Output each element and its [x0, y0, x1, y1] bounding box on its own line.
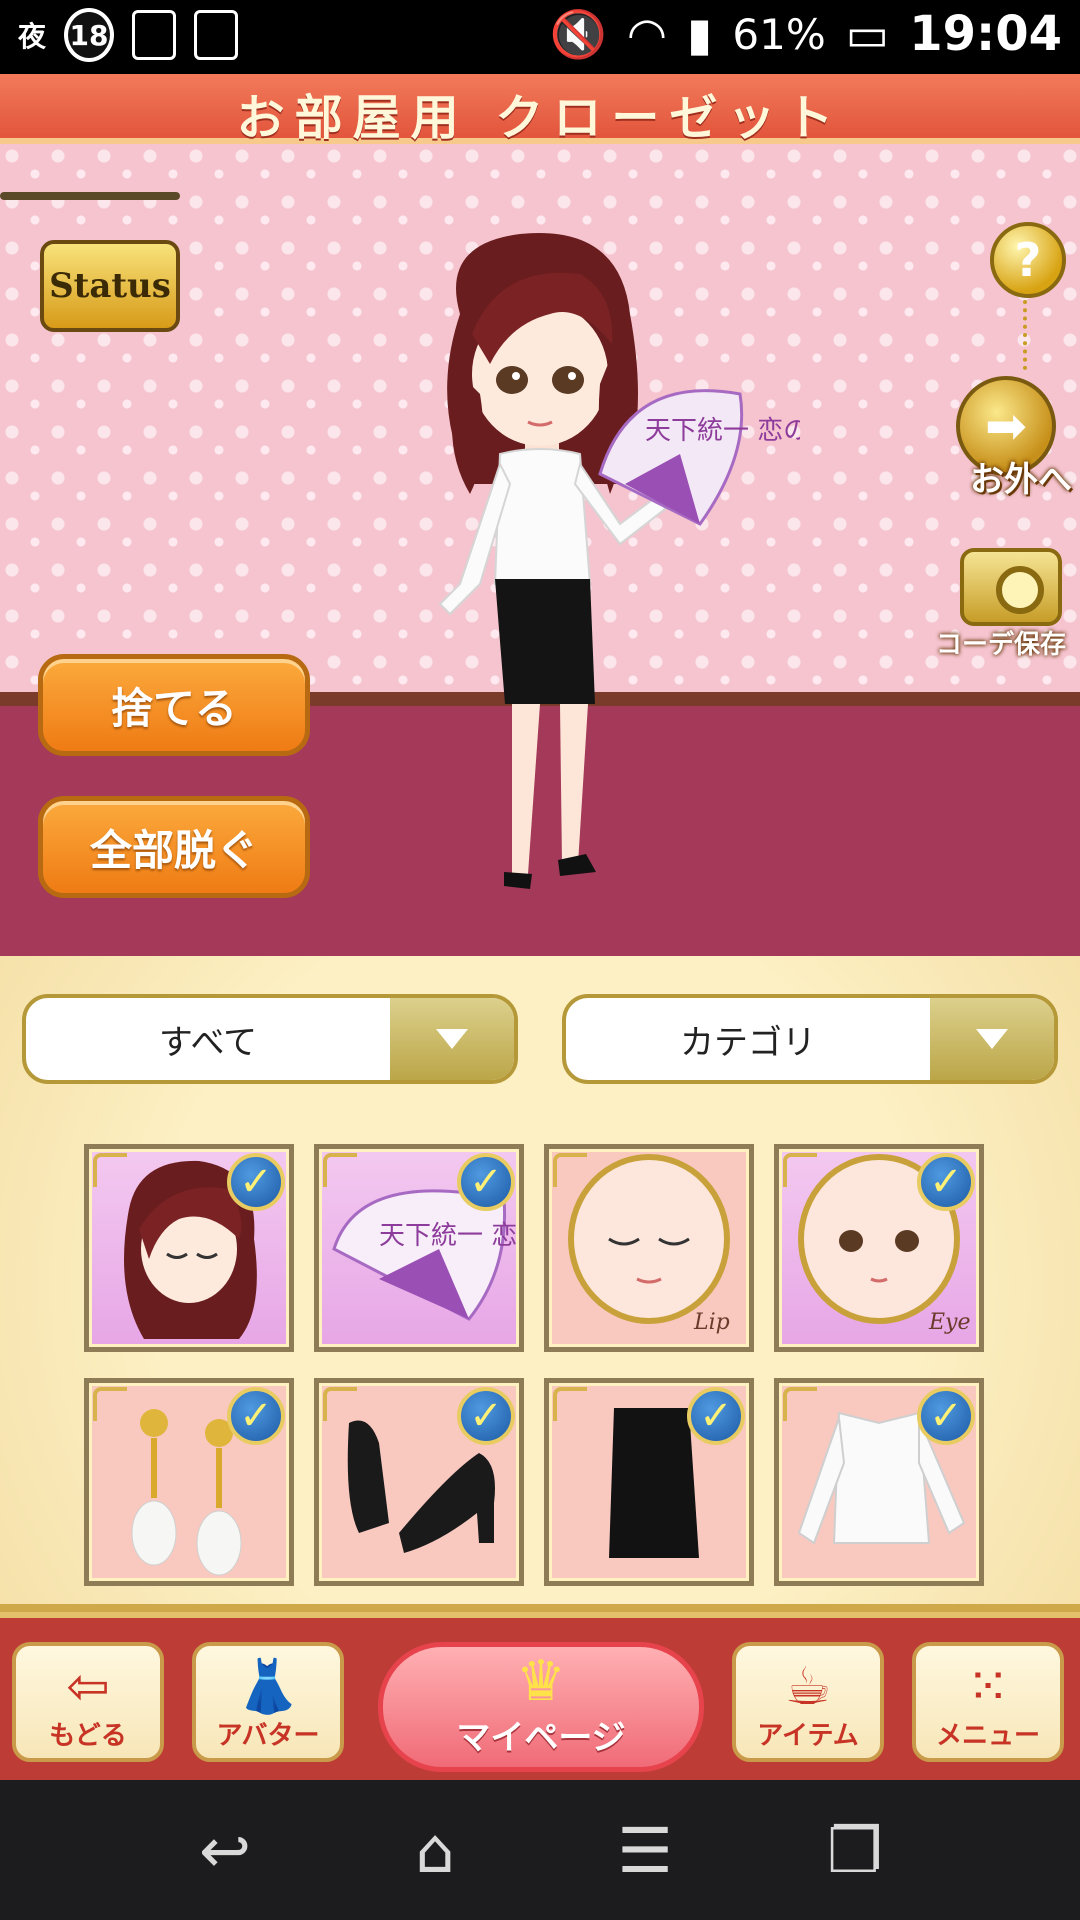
chevron-down-icon: [976, 1029, 1008, 1049]
fan-logo-text: 天下統一 恋の乱: [645, 416, 800, 446]
status-sign-button[interactable]: Status: [0, 180, 190, 332]
rotate-icon: [194, 10, 239, 60]
category-dropdown[interactable]: カテゴリ: [562, 994, 1058, 1084]
dress-icon: 👗: [235, 1657, 301, 1717]
save-coordinate-label: コーデ保存: [935, 630, 1066, 660]
system-recent-apps-icon[interactable]: ❐: [810, 1814, 900, 1887]
status-sign-label: Status: [40, 240, 180, 332]
equipped-check-icon: ✓: [687, 1387, 745, 1445]
corner-ornament: [783, 1153, 817, 1187]
arrow-left-icon: ⇦: [66, 1657, 110, 1717]
equipped-check-icon: ✓: [457, 1387, 515, 1445]
item-button[interactable]: ☕ アイテム: [732, 1642, 884, 1762]
avatar-button[interactable]: 👗 アバター: [192, 1642, 344, 1762]
corner-ornament: [783, 1387, 817, 1421]
equipped-check-icon: ✓: [227, 1153, 285, 1211]
closet-item-earrings[interactable]: ✓: [84, 1378, 294, 1586]
wifi-icon: ◠: [626, 7, 668, 61]
sync-icon: [132, 10, 177, 60]
system-home-icon[interactable]: ⌂: [390, 1814, 480, 1887]
closet-item-blouse[interactable]: ✓: [774, 1378, 984, 1586]
system-back-icon[interactable]: ↩: [180, 1814, 270, 1887]
battery-level: 61%: [732, 9, 826, 59]
discard-button[interactable]: 捨てる: [38, 654, 310, 756]
room-view: Status ? ➡ お外へ コーデ保存 捨てる 全部脱ぐ 天下統一 恋の: [0, 144, 1080, 956]
item-label: アイテム: [757, 1721, 859, 1751]
dropdown-arrow-box: [930, 998, 1054, 1080]
closet-panel: すべて カテゴリ ✓ 天下統一 恋の乱 ✓: [0, 956, 1080, 1612]
mypage-button[interactable]: ♛ マイページ: [378, 1642, 704, 1772]
category-value: カテゴリ: [680, 1022, 816, 1063]
teapot-icon: ☕: [784, 1657, 832, 1717]
avatar-figure: 天下統一 恋の乱: [438, 233, 800, 889]
page-title: お部屋用 クローゼット: [236, 90, 844, 146]
chain-decoration: [1023, 300, 1031, 370]
eye-label: Eye: [928, 1310, 971, 1335]
closet-item-skirt[interactable]: ✓: [544, 1378, 754, 1586]
corner-ornament: [323, 1153, 357, 1187]
night-mode-icon: 夜: [18, 20, 47, 53]
dropdown-arrow-box: [390, 998, 514, 1080]
android-nav-bar: ↩ ⌂ ☰ ❐: [0, 1780, 1080, 1920]
corner-ornament: [553, 1153, 587, 1187]
mute-icon: 🔇: [549, 6, 607, 61]
closet-item-eye[interactable]: Eye ✓: [774, 1144, 984, 1352]
equipped-check-icon: ✓: [917, 1387, 975, 1445]
help-button[interactable]: ?: [990, 222, 1066, 298]
title-bar: お部屋用 クローゼット: [0, 74, 1080, 146]
status-bar: 夜 18 🔇 ◠ ▮ 61% ▭ 19:04: [0, 0, 1080, 74]
clock: 19:04: [909, 6, 1062, 62]
signal-icon: ▮: [687, 7, 713, 61]
grid-dots-icon: ⁙: [966, 1657, 1010, 1717]
closet-item-heels[interactable]: ✓: [314, 1378, 524, 1586]
closet-item-lip[interactable]: Lip: [544, 1144, 754, 1352]
filter-dropdown[interactable]: すべて: [22, 994, 518, 1084]
back-label: もどる: [49, 1721, 127, 1751]
bottom-nav: ⇦ もどる 👗 アバター ♛ マイページ ☕ アイテム ⁙ メニュー: [0, 1612, 1080, 1780]
avatar-label: アバター: [216, 1721, 320, 1751]
menu-label: メニュー: [935, 1721, 1040, 1751]
lip-label: Lip: [693, 1310, 730, 1335]
crown-heart-icon: ♛: [515, 1649, 567, 1714]
fan-thumbnail-text: 天下統一 恋の乱: [379, 1221, 519, 1251]
chevron-down-icon: [436, 1029, 468, 1049]
equipped-check-icon: ✓: [227, 1387, 285, 1445]
equipped-check-icon: ✓: [457, 1153, 515, 1211]
age-rating-icon: 18: [64, 8, 115, 62]
corner-ornament: [323, 1387, 357, 1421]
battery-icon: ▭: [845, 7, 890, 61]
undress-all-button[interactable]: 全部脱ぐ: [38, 796, 310, 898]
back-button[interactable]: ⇦ もどる: [12, 1642, 164, 1762]
camera-icon: [960, 548, 1062, 626]
corner-ornament: [93, 1387, 127, 1421]
closet-item-hair[interactable]: ✓: [84, 1144, 294, 1352]
closet-item-fan[interactable]: 天下統一 恋の乱 ✓: [314, 1144, 524, 1352]
filter-value: すべて: [158, 1022, 258, 1063]
mypage-label: マイページ: [456, 1718, 626, 1758]
menu-button[interactable]: ⁙ メニュー: [912, 1642, 1064, 1762]
equipped-check-icon: ✓: [917, 1153, 975, 1211]
sign-rod: [0, 192, 180, 200]
system-menu-icon[interactable]: ☰: [600, 1814, 690, 1887]
go-outside-label: お外へ: [970, 460, 1072, 500]
corner-ornament: [93, 1153, 127, 1187]
gold-divider: [0, 1604, 1080, 1612]
corner-ornament: [553, 1387, 587, 1421]
